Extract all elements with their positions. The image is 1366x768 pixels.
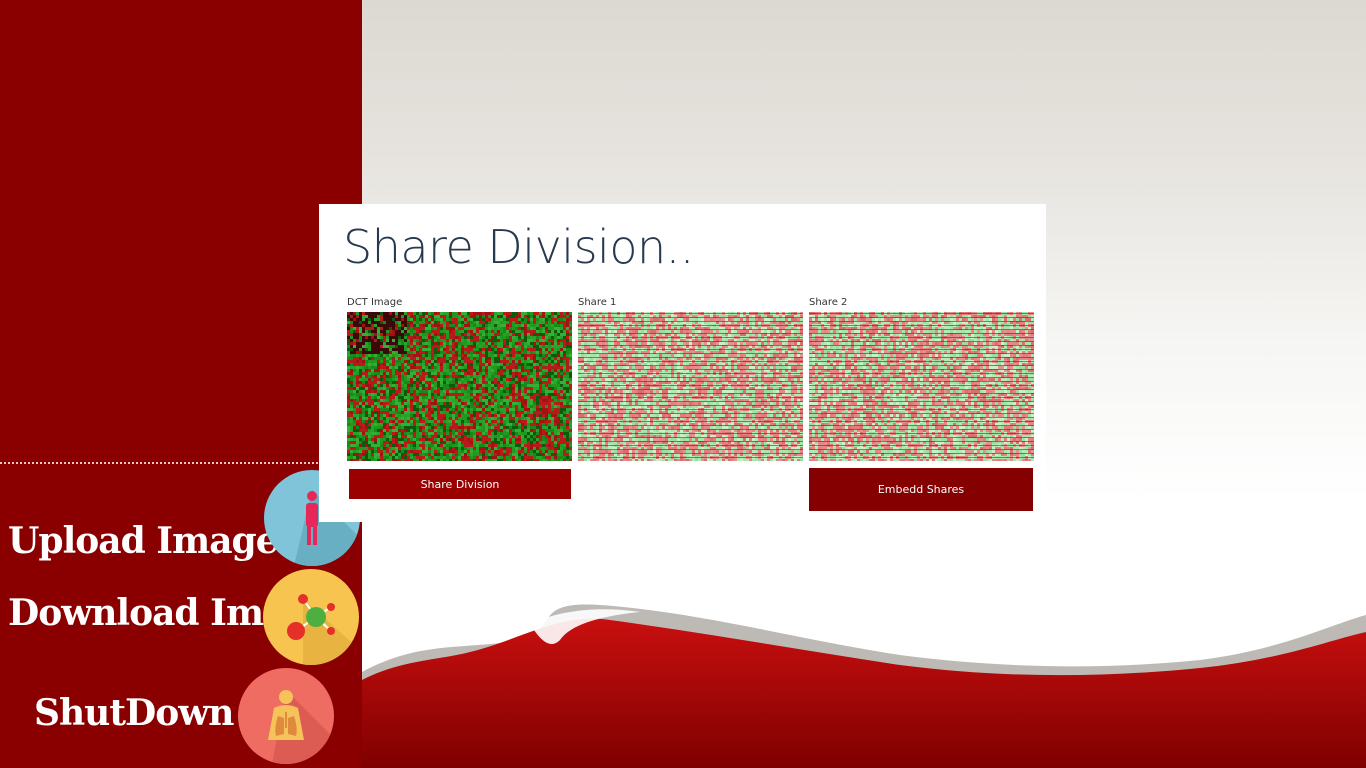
shutdown-button[interactable]: ShutDown [34,692,234,734]
share-1-caption: Share 1 [578,297,617,308]
embed-shares-button[interactable]: Embedd Shares [809,468,1033,511]
lungs-icon[interactable] [238,668,334,764]
share-division-panel: Share Division.. DCT Image Share 1 Share… [319,204,1046,522]
sidebar-divider [0,462,362,464]
share-division-button[interactable]: Share Division [349,469,571,499]
sidebar: Upload Image Download Image ShutDown [0,0,362,768]
dct-image-caption: DCT Image [347,297,403,308]
molecule-icon[interactable] [263,569,359,665]
dct-image [347,312,572,461]
upload-image-button[interactable]: Upload Image [8,520,279,562]
share-2-caption: Share 2 [809,297,848,308]
share-2-image [809,312,1034,461]
page-title: Share Division.. [343,220,694,274]
share-1-image [578,312,803,461]
